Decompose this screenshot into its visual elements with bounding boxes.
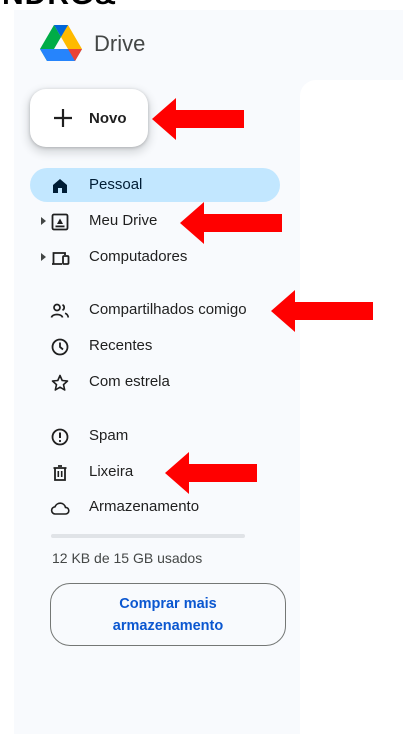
storage-usage-text: 12 KB de 15 GB usados bbox=[52, 550, 203, 566]
trash-icon bbox=[53, 465, 67, 481]
sidebar-item-computadores[interactable]: Computadores bbox=[30, 240, 280, 274]
star-icon bbox=[51, 374, 69, 391]
storage-usage-bar bbox=[51, 534, 245, 538]
app-title: Drive bbox=[94, 31, 146, 56]
clock-icon bbox=[51, 338, 69, 356]
drive-icon bbox=[51, 213, 69, 231]
spam-icon bbox=[51, 428, 69, 446]
cropped-top-text: NDRG& bbox=[0, 0, 403, 10]
annotation-arrow-new bbox=[152, 98, 244, 140]
sidebar-item-armazenamento[interactable]: Armazenamento bbox=[30, 490, 280, 524]
sidebar-item-pessoal[interactable]: Pessoal bbox=[30, 168, 280, 202]
sidebar-item-spam[interactable]: Spam bbox=[30, 419, 280, 453]
sidebar-item-label: Spam bbox=[89, 427, 129, 444]
expand-caret-icon[interactable] bbox=[41, 217, 46, 225]
sidebar-item-label: Meu Drive bbox=[89, 212, 158, 229]
new-button-label: Novo bbox=[89, 110, 127, 127]
annotation-arrow-meu-drive bbox=[180, 202, 282, 244]
annotation-arrow-compartilhados bbox=[271, 290, 373, 332]
drive-logo bbox=[40, 25, 82, 61]
new-button[interactable]: Novo bbox=[30, 89, 148, 147]
expand-caret-icon[interactable] bbox=[41, 253, 46, 261]
sidebar-item-label: Armazenamento bbox=[89, 498, 200, 515]
sidebar-item-label: Lixeira bbox=[89, 463, 134, 480]
home-icon bbox=[53, 179, 67, 193]
main-content-area bbox=[300, 80, 403, 734]
sidebar-item-recentes[interactable]: Recentes bbox=[30, 329, 280, 363]
buy-storage-label: Comprar mais armazenamento bbox=[112, 595, 224, 634]
computer-icon bbox=[52, 252, 70, 265]
sidebar-item-compartilhados[interactable]: Compartilhados comigo bbox=[30, 293, 280, 327]
sidebar-item-label: Com estrela bbox=[89, 373, 170, 390]
sidebar-item-label: Pessoal bbox=[89, 176, 143, 193]
buy-storage-button[interactable]: Comprar mais armazenamento bbox=[50, 583, 286, 646]
people-icon bbox=[50, 303, 70, 318]
annotation-arrow-lixeira bbox=[165, 452, 257, 494]
sidebar-item-label: Compartilhados comigo bbox=[89, 301, 247, 318]
plus-icon bbox=[54, 109, 72, 127]
sidebar-item-label: Computadores bbox=[89, 248, 188, 265]
cloud-icon bbox=[50, 502, 70, 515]
sidebar-item-com-estrela[interactable]: Com estrela bbox=[30, 365, 280, 399]
sidebar-item-label: Recentes bbox=[89, 337, 153, 354]
